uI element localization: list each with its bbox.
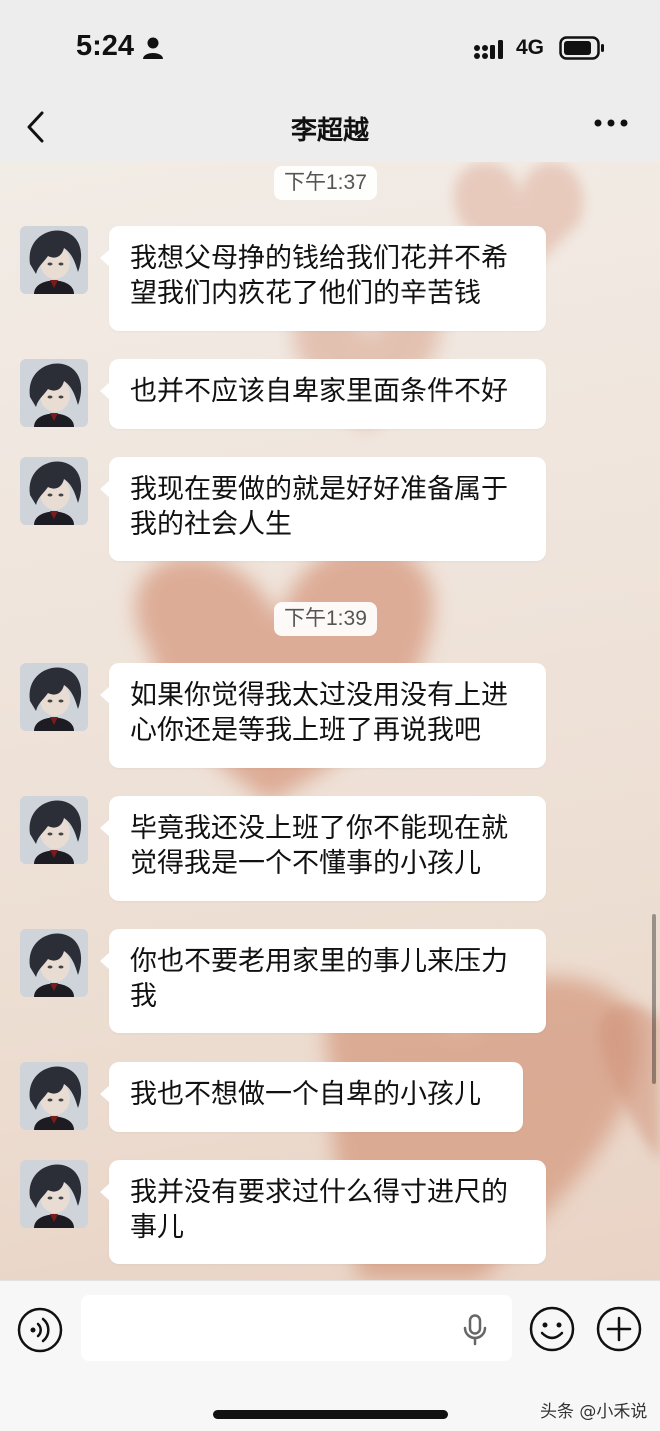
plus-icon[interactable]	[596, 1306, 642, 1352]
avatar[interactable]	[20, 796, 88, 864]
timestamp: 下午1:39	[274, 602, 377, 636]
message-text: 你也不要老用家里的事儿来压力 我	[130, 946, 508, 1012]
avatar[interactable]	[20, 1160, 88, 1228]
message-bubble[interactable]: 你也不要老用家里的事儿来压力 我	[100, 929, 546, 1033]
home-indicator[interactable]	[213, 1410, 448, 1419]
avatar-image	[20, 359, 88, 427]
avatar-image	[20, 929, 88, 997]
battery-icon	[559, 36, 604, 60]
message-text: 我并没有要求过什么得寸进尺的 事儿	[130, 1177, 508, 1243]
message-text: 也并不应该自卑家里面条件不好	[130, 376, 508, 407]
avatar[interactable]	[20, 1062, 88, 1130]
message-text: 我也不想做一个自卑的小孩儿	[130, 1079, 481, 1110]
more-dots-icon[interactable]	[594, 116, 628, 130]
network-label: 4G	[516, 36, 545, 59]
message-text: 毕竟我还没上班了你不能现在就 觉得我是一个不懂事的小孩儿	[130, 813, 508, 879]
message-input[interactable]	[81, 1295, 512, 1361]
avatar[interactable]	[20, 929, 88, 997]
message-bubble[interactable]: 毕竟我还没上班了你不能现在就 觉得我是一个不懂事的小孩儿	[100, 796, 546, 901]
nav-bar: 李超越	[0, 96, 660, 162]
message-text: 如果你觉得我太过没用没有上进 心你还是等我上班了再说我吧	[130, 680, 508, 746]
watermark: 头条 @小禾说	[540, 1402, 648, 1422]
scrollbar[interactable]	[652, 914, 656, 1084]
avatar-image	[20, 796, 88, 864]
voice-icon[interactable]	[17, 1307, 63, 1353]
status-bar: 5:24 4G	[0, 0, 660, 96]
emoji-icon[interactable]	[529, 1306, 575, 1352]
message-bubble[interactable]: 我也不想做一个自卑的小孩儿	[100, 1062, 523, 1132]
person-icon	[143, 37, 163, 59]
avatar[interactable]	[20, 359, 88, 427]
message-bubble[interactable]: 也并不应该自卑家里面条件不好	[100, 359, 546, 429]
avatar[interactable]	[20, 663, 88, 731]
chat-title: 李超越	[290, 116, 369, 146]
avatar-image	[20, 1062, 88, 1130]
message-text: 我现在要做的就是好好准备属于 我的社会人生	[130, 474, 508, 540]
message-text: 我想父母挣的钱给我们花并不希 望我们内疚花了他们的辛苦钱	[130, 243, 508, 309]
message-bubble[interactable]: 我想父母挣的钱给我们花并不希 望我们内疚花了他们的辛苦钱	[100, 226, 546, 331]
chat-area[interactable]: 下午1:37 我想父母挣的钱给我们花并不希 望我们内疚花了他们的辛苦钱 也并不应…	[0, 162, 660, 1280]
message-bubble[interactable]: 如果你觉得我太过没用没有上进 心你还是等我上班了再说我吧	[100, 663, 546, 768]
message-bubble[interactable]: 我并没有要求过什么得寸进尺的 事儿	[100, 1160, 546, 1264]
timestamp: 下午1:37	[274, 166, 377, 200]
signal-icon	[474, 40, 503, 59]
avatar-image	[20, 1160, 88, 1228]
avatar[interactable]	[20, 226, 88, 294]
message-bubble[interactable]: 我现在要做的就是好好准备属于 我的社会人生	[100, 457, 546, 561]
avatar-image	[20, 457, 88, 525]
status-time: 5:24	[76, 30, 135, 62]
avatar-image	[20, 226, 88, 294]
mic-icon[interactable]	[463, 1314, 487, 1346]
avatar[interactable]	[20, 457, 88, 525]
avatar-image	[20, 663, 88, 731]
